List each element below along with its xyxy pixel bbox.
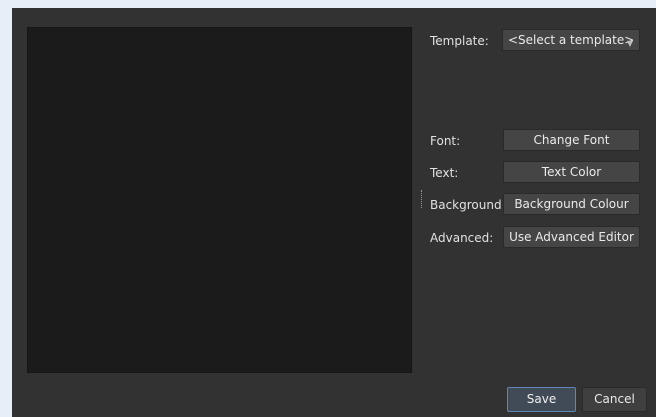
template-select-value: <Select a template> <box>508 33 635 47</box>
text-label: Text: <box>430 166 459 180</box>
template-label: Template: <box>430 34 489 48</box>
background-label: Background: <box>430 198 506 212</box>
style-preview-area <box>27 27 412 373</box>
save-button[interactable]: Save <box>507 387 576 412</box>
advanced-label: Advanced: <box>430 231 494 245</box>
font-label: Font: <box>430 134 461 148</box>
cancel-button[interactable]: Cancel <box>582 387 647 412</box>
change-font-button[interactable]: Change Font <box>503 129 640 151</box>
chevron-down-icon: ▼ <box>626 39 633 48</box>
template-select[interactable]: <Select a template> ▼ <box>502 29 640 51</box>
splitter-handle[interactable] <box>421 190 423 208</box>
use-advanced-editor-button[interactable]: Use Advanced Editor <box>503 226 640 248</box>
style-editor-dialog: Template: <Select a template> ▼ Font: Ch… <box>12 8 656 417</box>
background-colour-button[interactable]: Background Colour <box>503 193 640 215</box>
text-color-button[interactable]: Text Color <box>503 161 640 183</box>
